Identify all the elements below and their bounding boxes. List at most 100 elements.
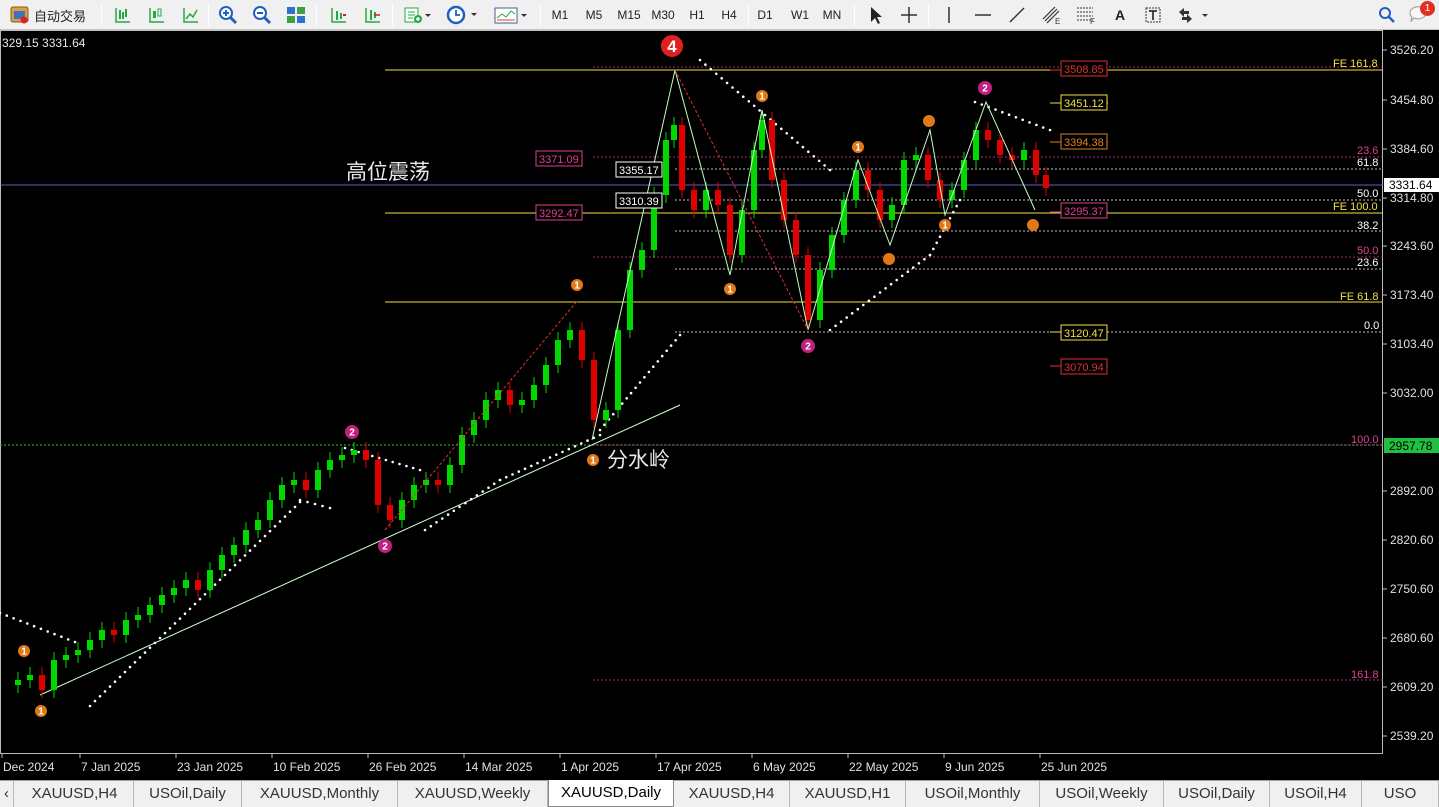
timeframe-h1[interactable]: H1 xyxy=(684,3,710,27)
wave-marker[interactable] xyxy=(883,253,895,265)
candle-body xyxy=(793,220,799,255)
candle-body xyxy=(15,680,21,685)
timeframe-m15[interactable]: M15 xyxy=(614,3,644,27)
fib-level-label: 50.0 xyxy=(1357,188,1378,200)
wave-marker[interactable] xyxy=(1027,219,1039,231)
notifications-button[interactable]: 1 xyxy=(1406,1,1436,27)
sar-dot xyxy=(955,204,958,208)
timeframe-m30[interactable]: M30 xyxy=(648,3,678,27)
cursor-tool-button[interactable] xyxy=(862,3,888,27)
bar-chart-button[interactable] xyxy=(110,3,134,27)
level-box-label: 3070.94 xyxy=(1064,362,1104,374)
date-axis: Dec 2024 7 Jan 2025 23 Jan 2025 10 Feb 2025… xyxy=(1,754,1107,774)
sar-dot xyxy=(168,627,172,630)
arrows-tool-button[interactable] xyxy=(1174,3,1214,27)
price-tick-label: 3032.00 xyxy=(1390,386,1434,400)
candle-body xyxy=(961,160,967,190)
date-tick-label: 14 Mar 2025 xyxy=(465,760,533,774)
sar-dot xyxy=(665,349,668,353)
candle-chart-button[interactable] xyxy=(144,3,168,27)
wave-marker-label: 2 xyxy=(349,428,355,439)
timeframe-d1[interactable]: D1 xyxy=(752,3,778,27)
arrows-icon xyxy=(1176,6,1212,24)
cursor-arrow-icon xyxy=(867,6,883,24)
tab-xauusd-h1[interactable]: XAUUSD,H1 xyxy=(790,781,906,807)
candle-body xyxy=(87,640,93,650)
template-icon xyxy=(494,5,530,25)
chevron-left-icon: ‹ xyxy=(4,785,9,802)
candle-body xyxy=(27,675,33,680)
candle-body xyxy=(1021,150,1027,160)
tab-usoil-h4[interactable]: USOil,H4 xyxy=(1270,781,1362,807)
tab-scroll-left[interactable]: ‹ xyxy=(0,781,14,807)
main-toolbar: 自动交易 M1 M5 M15 M30 H1 H4 D1 W1 MN E F A … xyxy=(0,0,1439,30)
sar-dot xyxy=(223,573,227,577)
sar-dot xyxy=(656,360,660,363)
tab-usoil-daily[interactable]: USOil,Daily xyxy=(134,781,242,807)
watershed-annotation[interactable]: 分水岭 xyxy=(607,448,670,472)
sar-dot xyxy=(980,103,984,106)
sar-dot xyxy=(736,90,740,94)
channel-tool-button[interactable]: E xyxy=(1038,3,1066,27)
timeframe-mn[interactable]: MN xyxy=(818,3,846,27)
range-annotation[interactable]: 高位震荡 xyxy=(346,160,430,184)
crosshair-tool-button[interactable] xyxy=(896,3,922,27)
sar-dot xyxy=(113,680,117,683)
timeframe-h4[interactable]: H4 xyxy=(716,3,742,27)
sar-dot xyxy=(1014,116,1018,119)
tab-usoil-overflow[interactable]: USO xyxy=(1362,781,1439,807)
tab-xauusd-monthly[interactable]: XAUUSD,Monthly xyxy=(242,781,398,807)
autoscroll-button[interactable] xyxy=(360,3,384,27)
candle-body xyxy=(877,190,883,220)
candle-body xyxy=(63,655,69,660)
vertical-line-tool-button[interactable] xyxy=(936,3,962,27)
sar-dot xyxy=(796,141,799,144)
sar-dot xyxy=(634,386,637,390)
tab-usoil-weekly[interactable]: USOil,Weekly xyxy=(1040,781,1164,807)
level-box-label: 3120.47 xyxy=(1064,328,1104,340)
sar-dot xyxy=(46,630,49,633)
chart-shift-button[interactable] xyxy=(326,3,350,27)
tab-xauusd-daily[interactable]: XAUUSD,Daily xyxy=(548,780,674,807)
zoom-out-button[interactable] xyxy=(250,3,274,27)
tab-xauusd-h4[interactable]: XAUUSD,H4 xyxy=(16,781,134,807)
periods-button[interactable] xyxy=(444,3,482,27)
wave-marker-label: 4 xyxy=(667,37,677,56)
sar-dot xyxy=(884,287,887,290)
sar-dot xyxy=(530,464,533,468)
candle-body xyxy=(985,130,991,140)
timeframe-m5[interactable]: M5 xyxy=(580,3,608,27)
tab-usoil-daily-2[interactable]: USOil,Daily xyxy=(1164,781,1270,807)
sar-dot xyxy=(598,433,602,437)
templates-button[interactable] xyxy=(492,3,532,27)
zoom-in-button[interactable] xyxy=(216,3,240,27)
tab-usoil-monthly[interactable]: USOil,Monthly xyxy=(906,781,1040,807)
price-chart[interactable]: 3526.20 3454.80 3384.60 3314.80 3243.60 3173.… xyxy=(0,30,1439,780)
trendline-tool-button[interactable] xyxy=(1004,3,1030,27)
indicators-button[interactable] xyxy=(400,3,436,27)
wave-marker[interactable] xyxy=(923,115,935,127)
horizontal-line-tool-button[interactable] xyxy=(970,3,996,27)
autotrade-button[interactable]: 自动交易 xyxy=(2,3,94,27)
timeframe-w1[interactable]: W1 xyxy=(786,3,814,27)
text-tool-button[interactable]: A xyxy=(1108,3,1132,27)
text-label-tool-button[interactable] xyxy=(1140,3,1166,27)
date-tick-label: 9 Jun 2025 xyxy=(945,760,1005,774)
fib-level-label: 61.8 xyxy=(1357,157,1378,169)
tab-xauusd-h4-2[interactable]: XAUUSD,H4 xyxy=(674,781,790,807)
price-tick-label: 3173.40 xyxy=(1390,288,1434,302)
tab-xauusd-weekly[interactable]: XAUUSD,Weekly xyxy=(398,781,548,807)
search-button[interactable] xyxy=(1374,3,1400,27)
candle-body xyxy=(207,570,213,590)
tile-windows-button[interactable] xyxy=(284,3,308,27)
chart-canvas[interactable]: 3526.20 3454.80 3384.60 3314.80 3243.60 3173.… xyxy=(0,30,1439,780)
sar-dot xyxy=(834,324,837,328)
candle-body xyxy=(679,125,685,190)
fibonacci-tool-button[interactable]: F xyxy=(1072,3,1100,27)
timeframe-m1[interactable]: M1 xyxy=(546,3,574,27)
date-tick-label: 22 May 2025 xyxy=(849,760,919,774)
fib-level-label: 100.0 xyxy=(1351,434,1379,446)
trendline-icon xyxy=(1008,6,1026,24)
line-chart-button[interactable] xyxy=(178,3,202,27)
date-tick-label: 6 May 2025 xyxy=(753,760,816,774)
